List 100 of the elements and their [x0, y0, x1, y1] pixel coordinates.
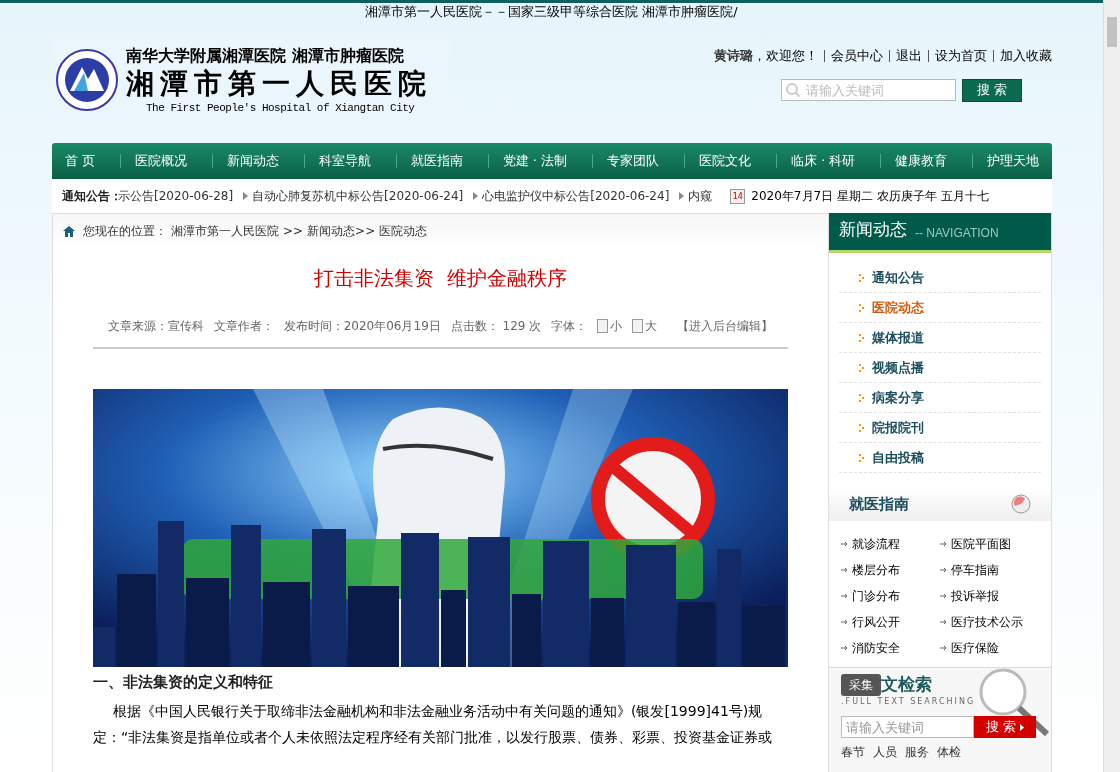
guide-link[interactable]: 就诊流程 [841, 531, 940, 557]
header-link[interactable]: 退出 [896, 46, 922, 66]
notice-item[interactable]: 内窥 [688, 187, 713, 205]
nav-item[interactable]: 党建 · 法制 [502, 151, 568, 171]
arrow-icon [473, 192, 479, 200]
arrow-icon [841, 593, 848, 599]
side-nav-item[interactable]: 自由投稿 [839, 443, 1041, 473]
guide-link[interactable]: 楼层分布 [841, 557, 940, 583]
guide-link[interactable]: 行风公开 [841, 609, 940, 635]
user-name: 黄诗璐 [714, 47, 753, 65]
gauge-icon [1011, 494, 1031, 514]
breadcrumb-item[interactable]: 医院动态 [379, 222, 428, 240]
arrow-icon [679, 192, 685, 200]
article-meta: 字体： [551, 318, 588, 335]
overlay-badge: 采集 [841, 674, 881, 696]
guide-link[interactable]: 医院平面图 [940, 531, 1039, 557]
search-field[interactable]: 请输入关键词 [781, 79, 956, 101]
caret-icon [1020, 723, 1025, 731]
section-heading: 一、非法集资的定义和特征 [93, 672, 274, 693]
guide-link[interactable]: 停车指南 [940, 557, 1039, 583]
fulltext-subtitle: .FULL TEXT SEARCHING [841, 696, 977, 708]
side-nav-item[interactable]: 医院动态 [839, 293, 1041, 323]
side-nav-item[interactable]: 病案分享 [839, 383, 1041, 413]
bullet-icon [859, 393, 864, 402]
logo-subtitle: 南华大学附属湘潭医院 湘潭市肿瘤医院 [126, 44, 405, 67]
arrow-icon [841, 619, 848, 625]
side-nav-item[interactable]: 媒体报道 [839, 323, 1041, 353]
header-link[interactable]: 设为首页 [935, 46, 987, 66]
article-meta: 发布时间：2020年06月19日 [283, 318, 441, 335]
notice-item[interactable]: 自动心肺复苏机中标公告[2020-06-24] [252, 187, 464, 205]
bullet-icon [859, 333, 864, 342]
calendar-icon: 14 [730, 188, 746, 204]
side-nav-subtitle: -- NAVIGATION [915, 225, 999, 242]
guide-link[interactable]: 医疗技术公示 [940, 609, 1039, 635]
article-meta: 点击数： 129 次 [450, 318, 542, 335]
nav-item[interactable]: 临床 · 科研 [791, 151, 856, 171]
arrow-icon [841, 567, 848, 573]
side-nav-title: 新闻动态 [839, 217, 907, 241]
breadcrumb-item[interactable]: 湘潭市第一人民医院 [171, 222, 279, 240]
breadcrumb-item[interactable]: 新闻动态>> [307, 222, 376, 240]
guide-link[interactable]: 门诊分布 [841, 583, 940, 609]
arrow-icon [940, 645, 947, 651]
search-button[interactable]: 搜 索 [962, 78, 1022, 102]
notice-item[interactable]: 心电监护仪中标公告[2020-06-24] [482, 187, 670, 205]
guide-link[interactable]: 医疗保险 [940, 635, 1039, 661]
arrow-icon [243, 192, 249, 200]
side-nav-item[interactable]: 视频点播 [839, 353, 1041, 383]
bullet-icon [859, 363, 864, 372]
guide-title: 就医指南 [849, 493, 909, 515]
fulltext-search-field[interactable]: 请输入关键词 [841, 716, 974, 738]
article-paragraph: 根据《中国人民银行关于取缔非法金融机构和非法金融业务活动中有关问题的通知》(银发[1999]41号)规定：“非法集资是指单位或者个人未依照法定程序经有关部门批准，以发行股票、债券、彩票、投资基金证券或 [93, 701, 774, 747]
breadcrumb-label: 您现在的位置： [83, 223, 167, 240]
logo-title: 湘潭市第一人民医院 [126, 67, 432, 100]
arrow-icon [940, 619, 947, 625]
article-title: 打击非法集资 维护金融秩序 [314, 265, 567, 292]
article-meta: 文章来源：宣传科 [107, 318, 204, 335]
date-text: 2020年7月7日 星期二 农历庚子年 五月十七 [751, 188, 989, 205]
font-size-link[interactable]: 小 [597, 317, 623, 335]
nav-item[interactable]: 就医指南 [410, 151, 463, 171]
side-nav-item[interactable]: 通知公告 [839, 263, 1041, 293]
bullet-icon [859, 453, 864, 462]
article-meta: 文章作者： [213, 318, 274, 335]
fulltext-search-button[interactable]: 搜 索 [974, 716, 1036, 738]
keyword-link[interactable]: 体检 [937, 743, 961, 761]
document-icon [597, 319, 609, 333]
nav-item[interactable]: 医院概况 [134, 151, 187, 171]
header-link[interactable]: 加入收藏 [1000, 46, 1052, 66]
font-size-link[interactable]: 大 [632, 317, 658, 335]
nav-item[interactable]: 新闻动态 [226, 151, 279, 171]
site-tagline: 湘潭市第一人民医院－－国家三级甲等综合医院 湘潭市肿瘤医院/ [365, 3, 738, 22]
bullet-icon [859, 423, 864, 432]
guide-link[interactable]: 投诉举报 [940, 583, 1039, 609]
nav-item[interactable]: 护理天地 [987, 151, 1040, 171]
document-icon [632, 319, 644, 333]
header-link[interactable]: 会员中心 [831, 46, 883, 66]
nav-item[interactable]: 医院文化 [699, 151, 752, 171]
nav-item[interactable]: 首 页 [64, 151, 95, 171]
keyword-link[interactable]: 服务 [905, 743, 929, 761]
nav-item[interactable]: 健康教育 [895, 151, 948, 171]
arrow-icon [940, 567, 947, 573]
bullet-icon [859, 273, 864, 282]
nav-item[interactable]: 专家团队 [607, 151, 660, 171]
nav-item[interactable]: 科室导航 [318, 151, 371, 171]
side-nav-item[interactable]: 院报院刊 [839, 413, 1041, 443]
edit-link[interactable]: 【进入后台编辑】 [677, 317, 774, 335]
breadcrumb-item[interactable]: >> [283, 222, 304, 240]
keyword-link[interactable]: 人员 [873, 743, 897, 761]
keyword-link[interactable]: 春节 [841, 743, 865, 761]
scrollbar[interactable] [1103, 0, 1120, 772]
hospital-emblem-icon [56, 49, 118, 111]
home-icon [63, 225, 75, 237]
arrow-icon [940, 541, 947, 547]
arrow-icon [940, 593, 947, 599]
arrow-icon [841, 541, 848, 547]
fulltext-title: 文检索 [881, 673, 932, 697]
arrow-icon [841, 645, 848, 651]
guide-link[interactable]: 消防安全 [841, 635, 940, 661]
bullet-icon [859, 303, 864, 312]
logo-english: The First People's Hospital of Xiangtan City [146, 100, 416, 116]
search-icon [785, 82, 801, 98]
